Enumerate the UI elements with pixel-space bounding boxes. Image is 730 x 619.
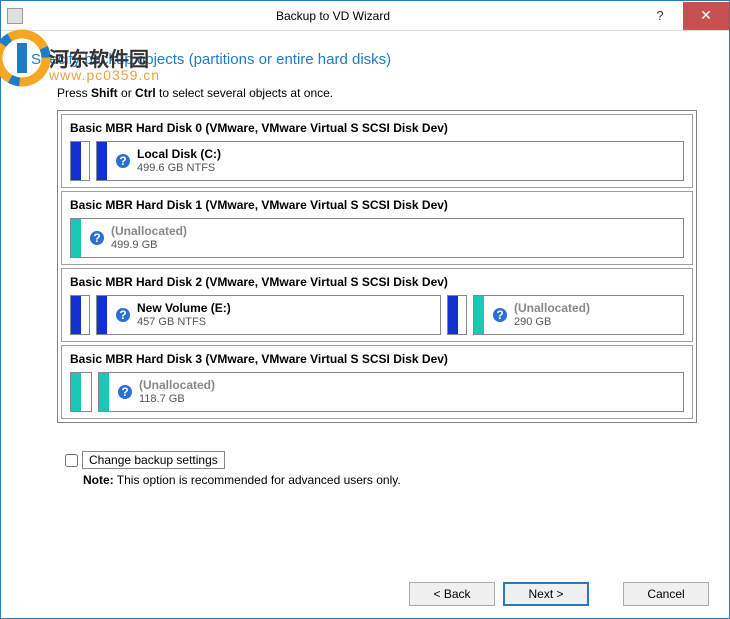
instruction-text: Press Shift or Ctrl to select several ob…: [57, 86, 699, 100]
partition-bar: [97, 296, 107, 334]
partition-bar: [99, 373, 109, 411]
partition-info: ? (Unallocated) 118.7 GB: [109, 378, 223, 406]
window-buttons: ? ✕: [637, 2, 729, 30]
partition-system-reserved[interactable]: [70, 141, 90, 181]
partition-text: New Volume (E:) 457 GB NTFS: [137, 301, 231, 329]
back-button[interactable]: < Back: [409, 582, 495, 606]
disk-title: Basic MBR Hard Disk 3 (VMware, VMware Vi…: [70, 352, 684, 366]
partition-unallocated[interactable]: ? (Unallocated) 118.7 GB: [98, 372, 684, 412]
svg-text:?: ?: [93, 231, 100, 245]
help-icon: ?: [115, 153, 131, 169]
advanced-row: Change backup settings: [65, 451, 699, 469]
partition-text: (Unallocated) 290 GB: [514, 301, 590, 329]
svg-text:?: ?: [496, 308, 503, 322]
disk-list: Basic MBR Hard Disk 0 (VMware, VMware Vi…: [57, 110, 697, 423]
cancel-button[interactable]: Cancel: [623, 582, 709, 606]
partition-bar: [71, 219, 81, 257]
partition-name: New Volume (E:): [137, 301, 231, 315]
disk-title: Basic MBR Hard Disk 2 (VMware, VMware Vi…: [70, 275, 684, 289]
window-title: Backup to VD Wizard: [29, 9, 637, 23]
partition-small[interactable]: [70, 372, 92, 412]
partition-row: ? (Unallocated) 118.7 GB: [70, 372, 684, 412]
note-text: Note: This option is recommended for adv…: [83, 473, 699, 487]
disk-0[interactable]: Basic MBR Hard Disk 0 (VMware, VMware Vi…: [61, 114, 693, 188]
partition-unallocated[interactable]: ? (Unallocated) 499.9 GB: [70, 218, 684, 258]
svg-text:?: ?: [119, 308, 126, 322]
partition-row: ? Local Disk (C:) 499.6 GB NTFS: [70, 141, 684, 181]
help-icon: ?: [89, 230, 105, 246]
partition-name: (Unallocated): [111, 224, 187, 238]
partition-bar: [71, 373, 81, 411]
partition-size: 499.6 GB NTFS: [137, 161, 221, 175]
partition-size: 118.7 GB: [139, 392, 215, 406]
partition-local-disk-c[interactable]: ? Local Disk (C:) 499.6 GB NTFS: [96, 141, 684, 181]
help-icon: ?: [115, 307, 131, 323]
wizard-content: Specify backup objects (partitions or en…: [1, 31, 729, 497]
partition-row: ? (Unallocated) 499.9 GB: [70, 218, 684, 258]
partition-bar: [71, 296, 81, 334]
partition-name: (Unallocated): [139, 378, 215, 392]
partition-info: ? (Unallocated) 290 GB: [484, 301, 598, 329]
help-icon: ?: [117, 384, 133, 400]
partition-info: ? Local Disk (C:) 499.6 GB NTFS: [107, 147, 229, 175]
partition-size: 499.9 GB: [111, 238, 187, 252]
next-button[interactable]: Next >: [503, 582, 589, 606]
change-backup-settings-checkbox[interactable]: [65, 454, 78, 467]
partition-bar: [474, 296, 484, 334]
partition-bar: [448, 296, 458, 334]
partition-name: Local Disk (C:): [137, 147, 221, 161]
partition-text: (Unallocated) 118.7 GB: [139, 378, 215, 406]
disk-3[interactable]: Basic MBR Hard Disk 3 (VMware, VMware Vi…: [61, 345, 693, 419]
partition-text: Local Disk (C:) 499.6 GB NTFS: [137, 147, 221, 175]
help-button[interactable]: ?: [637, 2, 683, 30]
partition-size: 457 GB NTFS: [137, 315, 231, 329]
partition-text: (Unallocated) 499.9 GB: [111, 224, 187, 252]
partition-row: ? New Volume (E:) 457 GB NTFS ? (Unalloc…: [70, 295, 684, 335]
disk-title: Basic MBR Hard Disk 1 (VMware, VMware Vi…: [70, 198, 684, 212]
page-heading: Specify backup objects (partitions or en…: [31, 51, 699, 68]
disk-1[interactable]: Basic MBR Hard Disk 1 (VMware, VMware Vi…: [61, 191, 693, 265]
partition-system-reserved[interactable]: [70, 295, 90, 335]
partition-bar: [71, 142, 81, 180]
partition-name: (Unallocated): [514, 301, 590, 315]
partition-size: 290 GB: [514, 315, 590, 329]
partition-info: ? (Unallocated) 499.9 GB: [81, 224, 195, 252]
help-icon: ?: [492, 307, 508, 323]
button-gap: [597, 582, 615, 606]
svg-text:?: ?: [121, 385, 128, 399]
disk-2[interactable]: Basic MBR Hard Disk 2 (VMware, VMware Vi…: [61, 268, 693, 342]
footer-buttons: < Back Next > Cancel: [409, 582, 709, 606]
partition-unallocated[interactable]: ? (Unallocated) 290 GB: [473, 295, 684, 335]
change-backup-settings-label[interactable]: Change backup settings: [82, 451, 225, 469]
close-button[interactable]: ✕: [683, 2, 729, 30]
partition-small[interactable]: [447, 295, 467, 335]
partition-bar: [97, 142, 107, 180]
svg-text:?: ?: [119, 154, 126, 168]
partition-new-volume-e[interactable]: ? New Volume (E:) 457 GB NTFS: [96, 295, 441, 335]
titlebar: Backup to VD Wizard ? ✕: [1, 1, 729, 31]
disk-title: Basic MBR Hard Disk 0 (VMware, VMware Vi…: [70, 121, 684, 135]
app-icon: [7, 8, 23, 24]
partition-info: ? New Volume (E:) 457 GB NTFS: [107, 301, 239, 329]
